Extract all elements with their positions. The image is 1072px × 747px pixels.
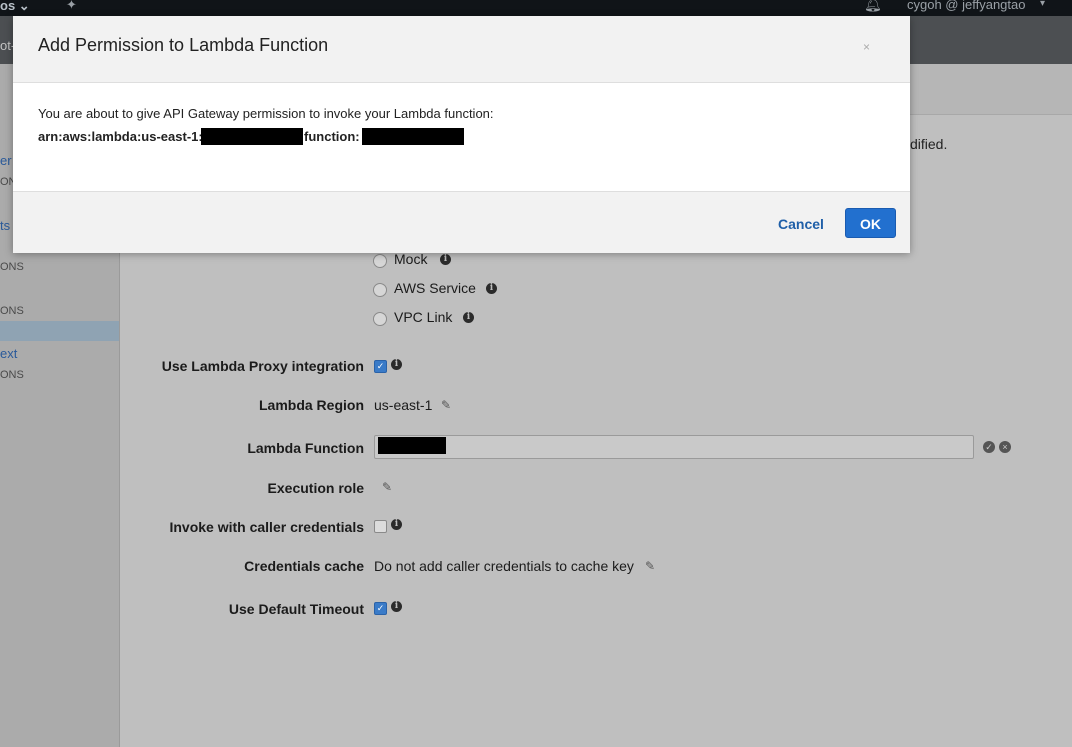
lambda-function-input[interactable] [374,435,974,459]
add-permission-dialog: Add Permission to Lambda Function × You … [13,16,910,253]
arn-prefix: arn:aws:lambda:us-east-1: [38,129,203,144]
sidebar-item-2[interactable]: ts [0,218,10,233]
edit-role-icon[interactable]: ✎ [382,480,392,494]
dialog-title: Add Permission to Lambda Function [38,35,329,55]
close-icon[interactable]: × [863,40,870,54]
services-label: os [0,0,16,13]
edit-cache-icon[interactable]: ✎ [645,559,655,573]
dialog-header: Add Permission to Lambda Function × [13,16,910,83]
lambda-region-value: us-east-1 [374,397,433,413]
dialog-footer: Cancel OK [13,191,910,253]
top-navigation-bar: os ⌄ ✦ 🔔︎ cygoh @ jeffyangtao ▾ [0,0,1072,16]
caller-credentials-label: Invoke with caller credentials [169,519,364,535]
account-caret-icon[interactable]: ▾ [1040,0,1045,9]
caller-credentials-checkbox[interactable] [374,520,387,533]
lambda-region-label: Lambda Region [258,397,364,413]
sidebar-item-4-sub: ONS [0,369,24,381]
sidebar-item-4[interactable]: ext [0,346,17,361]
info-icon[interactable]: i [391,601,402,612]
radio-vpc-link[interactable] [373,312,387,326]
info-icon[interactable]: i [391,359,402,370]
background-note: dified. [910,136,948,152]
sidebar-item-active[interactable] [0,321,119,341]
account-menu[interactable]: cygoh @ jeffyangtao [907,0,1025,12]
proxy-integration-label: Use Lambda Proxy integration [161,358,364,374]
pin-icon[interactable]: ✦ [66,0,77,13]
default-timeout-label: Use Default Timeout [228,601,364,617]
cancel-button[interactable]: Cancel [778,216,824,232]
cancel-icon[interactable]: × [999,441,1011,453]
sidebar-item-1[interactable]: er [0,153,12,168]
redacted-account-id [201,128,303,145]
arn-function-segment: function: [304,129,360,144]
info-icon[interactable]: i [440,254,451,265]
sidebar-item-2-sub: ONS [0,261,24,273]
radio-aws-service[interactable] [373,283,387,297]
credentials-cache-value: Do not add caller credentials to cache k… [374,558,634,574]
info-icon[interactable]: i [391,519,402,530]
services-menu[interactable]: os ⌄ [0,0,30,14]
edit-region-icon[interactable]: ✎ [441,398,451,412]
credentials-cache-label: Credentials cache [244,558,364,574]
info-icon[interactable]: i [463,312,474,323]
lambda-function-label: Lambda Function [247,440,364,456]
info-icon[interactable]: i [486,283,497,294]
confirm-icon[interactable]: ✓ [983,441,995,453]
radio-aws-service-label: AWS Service [394,280,476,296]
execution-role-label: Execution role [267,480,364,496]
default-timeout-checkbox[interactable]: ✓ [374,602,387,615]
bell-icon[interactable]: 🔔︎ [864,0,882,13]
dialog-message: You are about to give API Gateway permis… [38,106,494,121]
chevron-down-icon: ⌄ [18,0,30,13]
radio-mock-label: Mock [394,251,428,267]
redacted-function-name [378,437,446,454]
proxy-integration-checkbox[interactable]: ✓ [374,360,387,373]
radio-mock[interactable] [373,254,387,268]
redacted-function-name [362,128,464,145]
ok-button[interactable]: OK [845,208,896,238]
dialog-body: You are about to give API Gateway permis… [13,83,910,191]
radio-vpc-link-label: VPC Link [394,309,453,325]
sidebar-item-3-sub: ONS [0,305,24,317]
